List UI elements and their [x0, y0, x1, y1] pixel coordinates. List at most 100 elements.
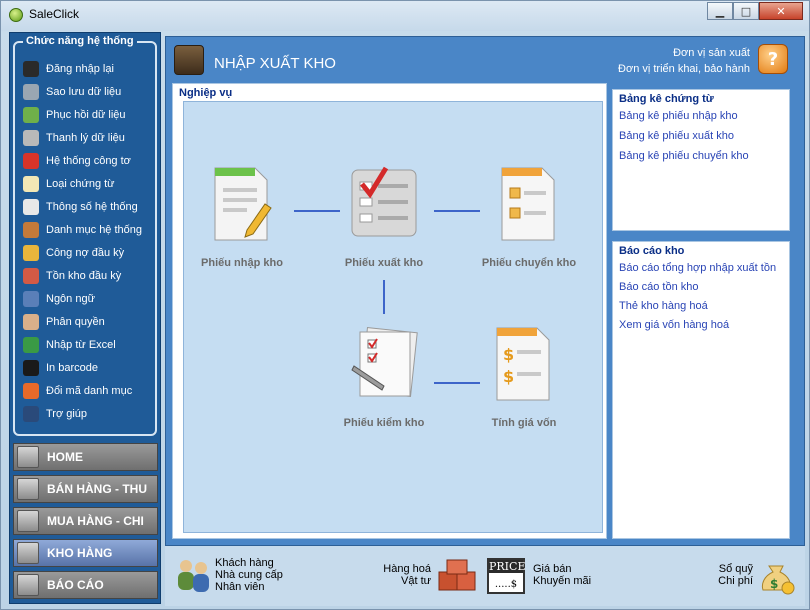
price-tag-icon[interactable]: PRICE .....$ [487, 558, 525, 594]
nav-button-label: HOME [47, 450, 83, 464]
sidebar-item[interactable]: Phân quyền [23, 312, 105, 332]
purchase-icon [17, 510, 39, 532]
reports-link[interactable]: Xem giá vốn hàng hoá [619, 319, 729, 331]
connector-line [383, 280, 385, 314]
stock-check-icon [351, 327, 418, 397]
help-icon[interactable]: ? [758, 44, 788, 74]
customers-link[interactable]: Khách hàng [215, 557, 283, 569]
database-backup-icon [23, 84, 39, 100]
import-slip-button[interactable]: Phiếu nhập kho [192, 164, 292, 269]
maximize-button[interactable]: □ [733, 2, 759, 20]
export-slip-button[interactable]: Phiếu xuất kho [334, 164, 434, 269]
database-restore-icon [23, 107, 39, 123]
nav-button[interactable]: MUA HÀNG - CHI [13, 507, 158, 535]
reports-link[interactable]: Thẻ kho hàng hoá [619, 300, 708, 312]
nav-button[interactable]: BÁN HÀNG - THU [13, 475, 158, 503]
transfer-slip-icon [501, 167, 555, 241]
report-icon [17, 574, 39, 596]
nav-button-label: BÁN HÀNG - THU [47, 482, 147, 496]
export-slip-icon [351, 166, 417, 237]
sidebar-item[interactable]: Tồn kho đầu kỳ [23, 266, 121, 286]
close-button[interactable]: ✕ [759, 2, 803, 20]
language-icon [23, 291, 39, 307]
stock-reports-panel: Báo cáo kho Báo cáo tổng hợp nhập xuất t… [612, 241, 790, 539]
stock-check-slip-button[interactable]: Phiếu kiểm kho [334, 324, 434, 429]
expenses-link[interactable]: Chi phí [705, 575, 753, 587]
lists-link[interactable]: Bảng kê phiếu xuất kho [619, 130, 734, 142]
sidebar-item[interactable]: Công nợ đầu kỳ [23, 243, 124, 263]
sidebar-item[interactable]: Danh mục hệ thống [23, 220, 142, 240]
app-window: SaleClick ▁ □ ✕ Chức năng hệ thống Đăng … [0, 0, 810, 610]
sidebar-item[interactable]: Thông số hệ thống [23, 197, 138, 217]
minimize-button[interactable]: ▁ [707, 2, 733, 20]
stock-reports-title: Báo cáo kho [619, 245, 685, 257]
suppliers-link[interactable]: Nhà cung cấp [215, 569, 283, 581]
nav-button[interactable]: KHO HÀNG [13, 539, 158, 567]
import-slip-icon [214, 167, 272, 241]
sidebar-item-label: Ngôn ngữ [46, 293, 95, 305]
import-slip-label: Phiếu nhập kho [201, 257, 283, 269]
cost-price-button[interactable]: $ $ Tính giá vốn [474, 324, 574, 429]
sidebar-item-label: Trợ giúp [46, 408, 88, 420]
materials-link[interactable]: Vật tư [381, 575, 431, 587]
voucher-lists-panel: Bảng kê chứng từ Bảng kê phiếu nhập kho B… [612, 89, 790, 231]
sidebar-item-label: Đăng nhập lại [46, 63, 114, 75]
help-book-icon [23, 406, 39, 422]
partners-link[interactable]: Khách hàng Nhà cung cấp Nhân viên [215, 557, 283, 593]
sidebar-item[interactable]: In barcode [23, 358, 98, 378]
nav-button-label: BÁO CÁO [47, 578, 104, 592]
nav-button[interactable]: BÁO CÁO [13, 571, 158, 599]
voucher-lists-title: Bảng kê chứng từ [619, 93, 714, 105]
reports-link[interactable]: Báo cáo tồn kho [619, 281, 699, 293]
deployer-link[interactable]: Đơn vị triển khai, bảo hành [618, 61, 750, 77]
price-tag-text: PRICE [489, 560, 526, 573]
catalog-icon [23, 222, 39, 238]
cost-price-label: Tính giá vốn [491, 417, 557, 429]
goods-link[interactable]: Hàng hoá Vật tư [381, 563, 431, 587]
transfer-slip-button[interactable]: Phiếu chuyển kho [474, 164, 584, 269]
login-icon [23, 61, 39, 77]
funds-link[interactable]: Sổ quỹ Chi phí [705, 563, 753, 587]
sidebar-item[interactable]: Đăng nhập lại [23, 59, 114, 79]
sidebar-item[interactable]: Đổi mã danh mục [23, 381, 132, 401]
app-logo-icon [9, 8, 23, 22]
sidebar: Chức năng hệ thống Đăng nhập lại Sao lưu … [9, 32, 161, 604]
main-content: NHẬP XUẤT KHO Đơn vị sản xuất Đơn vị tri… [165, 36, 805, 546]
document-type-icon [23, 176, 39, 192]
sidebar-item-label: Hệ thống công tơ [46, 155, 131, 167]
lists-link[interactable]: Bảng kê phiếu nhập kho [619, 110, 738, 122]
sidebar-item[interactable]: Loại chứng từ [23, 174, 115, 194]
sidebar-item-label: Đổi mã danh mục [46, 385, 133, 397]
sidebar-item-label: Loại chứng từ [46, 178, 115, 190]
sidebar-item[interactable]: Hệ thống công tơ [23, 151, 131, 171]
sidebar-item[interactable]: Sao lưu dữ liệu [23, 82, 121, 102]
employees-link[interactable]: Nhân viên [215, 581, 283, 593]
nav-button[interactable]: HOME [13, 443, 158, 471]
sale-price-link[interactable]: Giá bán [533, 563, 591, 575]
sidebar-item-label: Thanh lý dữ liệu [46, 132, 125, 144]
money-bag-icon: $ [761, 565, 795, 595]
excel-icon [23, 337, 39, 353]
sidebar-item-label: Phân quyền [46, 316, 105, 328]
lists-link[interactable]: Bảng kê phiếu chuyển kho [619, 150, 749, 162]
promotion-link[interactable]: Khuyến mãi [533, 575, 591, 587]
sidebar-item[interactable]: Phục hồi dữ liệu [23, 105, 126, 125]
cash-book-link[interactable]: Sổ quỹ [705, 563, 753, 575]
sidebar-item[interactable]: Nhập từ Excel [23, 335, 116, 355]
prices-link[interactable]: Giá bán Khuyến mãi [533, 563, 591, 587]
export-slip-label: Phiếu xuất kho [344, 257, 424, 269]
reports-link[interactable]: Báo cáo tổng hợp nhập xuất tồn [619, 262, 776, 274]
sidebar-item-label: Sao lưu dữ liệu [46, 86, 122, 98]
goods-item-link[interactable]: Hàng hoá [381, 563, 431, 575]
svg-text:$: $ [503, 367, 514, 386]
sidebar-item-label: Phục hồi dữ liệu [46, 109, 126, 121]
sidebar-item[interactable]: Thanh lý dữ liệu [23, 128, 125, 148]
partners-icon [178, 560, 209, 592]
system-menu-title: Chức năng hệ thống [23, 35, 137, 47]
manufacturer-link[interactable]: Đơn vị sản xuất [618, 45, 750, 61]
stock-check-label: Phiếu kiểm kho [343, 417, 425, 429]
sidebar-item[interactable]: Trợ giúp [23, 404, 87, 424]
sales-icon [17, 478, 39, 500]
nav-button-label: KHO HÀNG [47, 546, 113, 560]
sidebar-item[interactable]: Ngôn ngữ [23, 289, 95, 309]
